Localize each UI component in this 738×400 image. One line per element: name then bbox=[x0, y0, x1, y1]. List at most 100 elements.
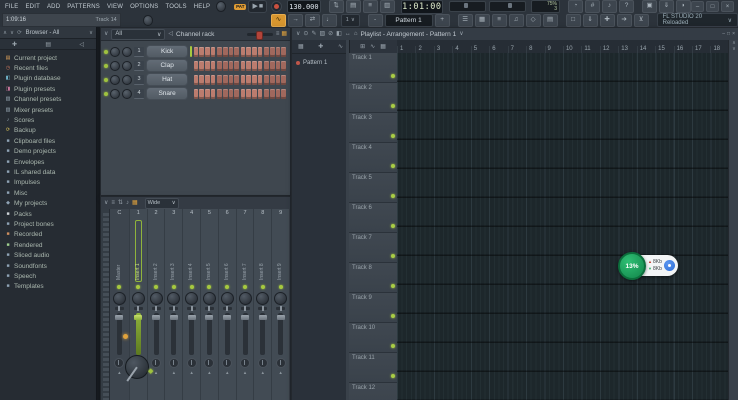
playlist-track-header[interactable]: Track 11 bbox=[349, 353, 397, 383]
strip-volume-fader[interactable] bbox=[171, 313, 176, 355]
step-cell-6[interactable] bbox=[223, 89, 228, 99]
strip-name[interactable]: Insert 5 bbox=[206, 220, 213, 282]
strip-name[interactable]: Insert 6 bbox=[224, 220, 231, 282]
quantize-icon[interactable]: ≡ bbox=[363, 0, 378, 13]
step-cell-7[interactable] bbox=[229, 61, 234, 71]
delete-icon[interactable]: ⊘ bbox=[328, 31, 333, 37]
channel-pan-knob[interactable] bbox=[110, 89, 120, 99]
channel-target-track[interactable]: 3 bbox=[134, 75, 145, 85]
mixer-strip[interactable]: 3 Insert 3 ▴ bbox=[165, 209, 183, 400]
mixer-detach-icon[interactable]: ≡ bbox=[111, 200, 115, 206]
step-cell-14[interactable] bbox=[270, 61, 275, 71]
browser-item[interactable]: ■ Packs bbox=[0, 209, 96, 219]
playlist-track-header[interactable]: Track 10 bbox=[349, 323, 397, 353]
news-banner[interactable]: FL STUDIO 20 Reloaded ∨ bbox=[657, 13, 738, 27]
browser-item[interactable]: ■ Rendered bbox=[0, 240, 96, 250]
mixer-strip[interactable]: 8 Insert 8 ▴ bbox=[254, 209, 272, 400]
main-volume-knob[interactable] bbox=[143, 15, 153, 26]
step-cell-3[interactable] bbox=[205, 61, 210, 71]
rack-keyboard-icon[interactable]: ▦ bbox=[281, 31, 287, 37]
strip-volume-fader[interactable] bbox=[117, 313, 122, 355]
step-cell-8[interactable] bbox=[234, 61, 239, 71]
master-pitch-slider[interactable] bbox=[489, 1, 526, 12]
strip-stereo-knob[interactable] bbox=[187, 358, 197, 368]
menu-item[interactable]: EDIT bbox=[25, 4, 39, 10]
strip-stereo-knob[interactable] bbox=[222, 358, 232, 368]
strip-stereo-knob[interactable] bbox=[169, 358, 179, 368]
playlist-track-header[interactable]: Track 5 bbox=[349, 173, 397, 203]
browser-item[interactable]: ♪ Scores bbox=[0, 115, 96, 125]
channel-name-button[interactable]: Snare bbox=[146, 87, 187, 100]
browser-item[interactable]: ■ Misc bbox=[0, 188, 96, 198]
step-edit-icon[interactable]: → bbox=[288, 14, 303, 27]
step-cell-1[interactable] bbox=[194, 75, 199, 85]
strip-mute-led[interactable] bbox=[190, 285, 194, 289]
play-button[interactable]: ▶ bbox=[252, 3, 257, 10]
step-cell-11[interactable] bbox=[252, 75, 257, 85]
step-cell-15[interactable] bbox=[276, 61, 281, 71]
stretch-icon[interactable]: ⇅ bbox=[329, 0, 344, 13]
step-cell-4[interactable] bbox=[211, 61, 216, 71]
tempo-display[interactable]: 130.000 bbox=[287, 0, 321, 13]
channel-mute-led[interactable] bbox=[104, 50, 108, 54]
step-cell-8[interactable] bbox=[234, 75, 239, 85]
browser-item[interactable]: ■ Envelopes bbox=[0, 157, 96, 167]
menu-item[interactable]: TOOLS bbox=[166, 4, 187, 10]
strip-route-arrow[interactable]: ▴ bbox=[208, 371, 211, 376]
strip-volume-fader[interactable] bbox=[207, 313, 212, 355]
track-wave-icon[interactable]: ∿ bbox=[370, 44, 375, 50]
picker-add-icon[interactable]: ✚ bbox=[318, 44, 323, 50]
step-cell-12[interactable] bbox=[258, 75, 263, 85]
arm-record-led[interactable] bbox=[123, 334, 128, 339]
playlist-track-header[interactable]: Track 2 bbox=[349, 83, 397, 113]
step-cell-14[interactable] bbox=[270, 47, 275, 57]
add-channel-icon[interactable]: ✚ bbox=[600, 14, 615, 27]
step-cell-8[interactable] bbox=[234, 47, 239, 57]
typing-keyboard-icon[interactable]: # bbox=[585, 0, 600, 13]
step-cell-5[interactable] bbox=[217, 61, 222, 71]
channel-mute-led[interactable] bbox=[104, 92, 108, 96]
group-filter-dropdown[interactable]: All ∨ bbox=[111, 29, 165, 40]
midi-icon[interactable]: ♪ bbox=[602, 0, 617, 13]
strip-volume-fader[interactable] bbox=[154, 313, 159, 355]
channel-volume-knob[interactable] bbox=[122, 89, 132, 99]
overlay-settings-button[interactable] bbox=[664, 260, 675, 271]
strip-route-arrow[interactable]: ▴ bbox=[244, 371, 247, 376]
mixer-strip[interactable]: 4 Insert 4 ▴ bbox=[183, 209, 201, 400]
snap-icon[interactable]: ▤ bbox=[346, 0, 361, 13]
channel-target-track[interactable]: 4 bbox=[134, 89, 145, 99]
track-led[interactable] bbox=[391, 164, 395, 168]
draw-icon[interactable]: ✎ bbox=[311, 31, 316, 37]
strip-name[interactable]: Insert 8 bbox=[259, 220, 266, 282]
strip-volume-fader[interactable] bbox=[278, 313, 283, 355]
playlist-scrollbar[interactable]: ∧ ∨ bbox=[728, 40, 738, 400]
step-cell-1[interactable] bbox=[194, 89, 199, 99]
channel-pan-knob[interactable] bbox=[110, 47, 120, 57]
picker-pattern-item[interactable]: Pattern 1 bbox=[292, 57, 349, 68]
browser-content-icon[interactable]: ▤ bbox=[45, 41, 51, 48]
plugin-database-icon[interactable]: ⇓ bbox=[583, 14, 598, 27]
step-cell-15[interactable] bbox=[276, 47, 281, 57]
menu-item[interactable]: OPTIONS bbox=[130, 4, 158, 10]
step-cell-12[interactable] bbox=[258, 47, 263, 57]
step-cell-4[interactable] bbox=[211, 89, 216, 99]
scroll-down-icon[interactable]: ∨ bbox=[729, 46, 738, 52]
strip-stereo-knob[interactable] bbox=[240, 358, 250, 368]
channel-target-track[interactable]: 2 bbox=[134, 61, 145, 71]
mixer-view-dropdown[interactable]: Wide ∨ bbox=[145, 198, 179, 209]
stop-button[interactable]: ■ bbox=[259, 3, 263, 10]
strip-volume-fader[interactable] bbox=[189, 313, 194, 355]
step-cell-10[interactable] bbox=[246, 61, 251, 71]
menu-item[interactable]: FILE bbox=[5, 4, 18, 10]
browser-item[interactable]: ▤ Current project bbox=[0, 53, 96, 63]
browser-item[interactable]: ◷ Recent files bbox=[0, 63, 96, 73]
pattern-menu-icon[interactable]: ☰ bbox=[458, 14, 473, 27]
slide-note-icon[interactable]: ∿ bbox=[271, 14, 286, 27]
strip-route-arrow[interactable]: ▴ bbox=[279, 371, 282, 376]
step-cell-5[interactable] bbox=[217, 89, 222, 99]
time-display[interactable]: 1:01:00 bbox=[401, 0, 443, 14]
mixer-dock-list[interactable] bbox=[101, 209, 110, 400]
step-cell-7[interactable] bbox=[229, 75, 234, 85]
channel-volume-knob[interactable] bbox=[122, 47, 132, 57]
step-cell-10[interactable] bbox=[246, 75, 251, 85]
